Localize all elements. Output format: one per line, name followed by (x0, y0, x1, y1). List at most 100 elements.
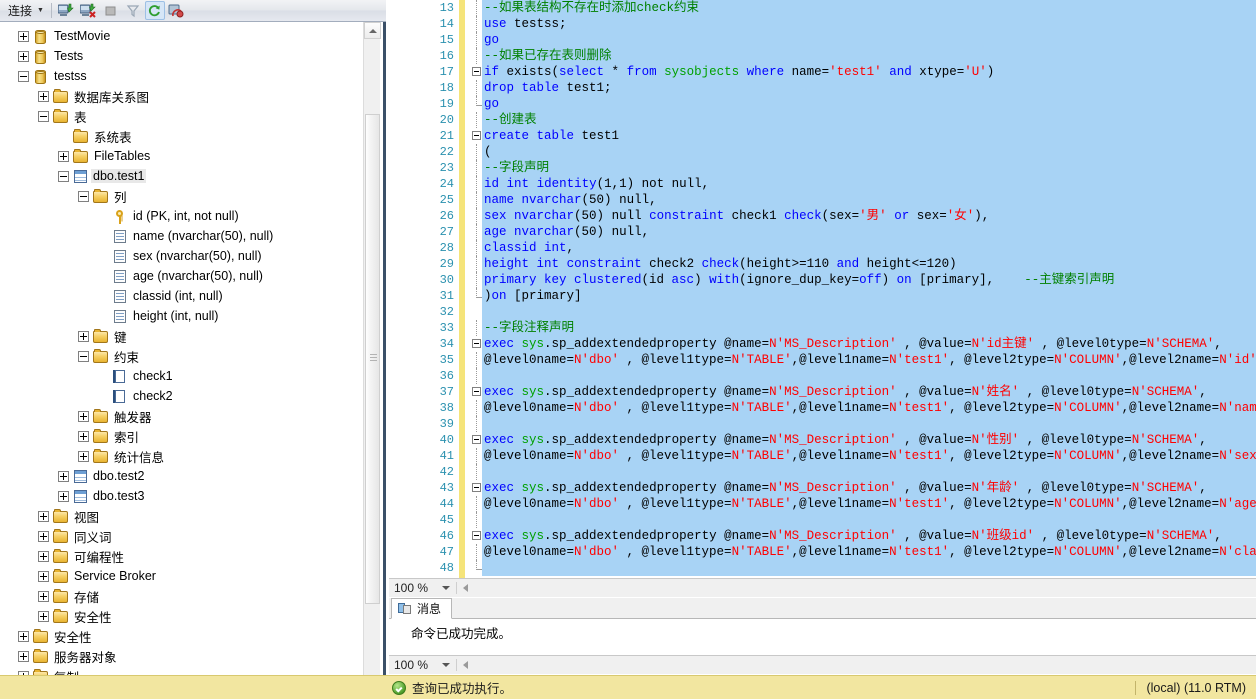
tree-node[interactable]: 索引 (0, 426, 358, 446)
scroll-up-arrow-icon[interactable] (364, 22, 381, 39)
connect-object-explorer-icon[interactable] (57, 1, 77, 20)
tree-node[interactable]: 可编程性 (0, 546, 358, 566)
chevron-down-icon[interactable] (442, 663, 450, 667)
expand-toggle-icon[interactable] (58, 470, 69, 482)
tree-node-label: 系统表 (94, 130, 132, 145)
sql-editor[interactable]: 13 14 15 16 17 18 19 20 21 22 23 24 25 26 27 28 29 30 31 32… (389, 0, 1256, 578)
tree-node[interactable]: testss (0, 66, 358, 86)
expand-toggle-icon[interactable] (18, 630, 29, 642)
expand-toggle-icon[interactable] (38, 590, 49, 602)
results-zoom-dropdown[interactable]: 100 % (392, 657, 450, 674)
expand-toggle-icon[interactable] (18, 650, 29, 662)
expand-toggle-icon[interactable] (38, 550, 49, 562)
tree-node[interactable]: 表 (0, 106, 358, 126)
tree-node[interactable]: dbo.test1 (0, 166, 358, 186)
expand-toggle-icon[interactable] (78, 450, 89, 462)
tree-node[interactable]: check1 (0, 366, 358, 386)
code-token: [primary] (506, 289, 582, 303)
tree-node[interactable]: height (int, null) (0, 306, 358, 326)
code-token: , @level1type= (619, 545, 732, 559)
synchronize-icon[interactable] (167, 1, 187, 20)
tree-node[interactable]: Tests (0, 46, 358, 66)
column-icon (114, 250, 126, 263)
code-line: @level0name=N'dbo' , @level1type=N'TABLE… (482, 496, 1256, 512)
expand-toggle-icon[interactable] (18, 30, 29, 42)
refresh-icon[interactable] (144, 1, 165, 20)
tab-messages[interactable]: 消息 (391, 598, 453, 619)
tree-node[interactable]: 安全性 (0, 626, 358, 646)
table-icon (74, 470, 87, 483)
code-token: exec (484, 385, 515, 399)
collapse-toggle-icon[interactable] (58, 170, 69, 182)
expand-toggle-icon[interactable] (78, 410, 89, 422)
code-token: N'dbo' (574, 353, 620, 367)
collapse-toggle-icon[interactable] (78, 350, 89, 362)
tree-node[interactable]: 统计信息 (0, 446, 358, 466)
collapse-toggle-icon[interactable] (18, 70, 29, 82)
tree-node[interactable]: FileTables (0, 146, 358, 166)
expand-toggle-icon[interactable] (38, 530, 49, 542)
code-line: @level0name=N'dbo' , @level1type=N'TABLE… (482, 400, 1256, 416)
collapse-toggle-icon[interactable] (78, 190, 89, 202)
code-token: N'test1' (889, 449, 950, 463)
tree-node[interactable]: 键 (0, 326, 358, 346)
tree-node[interactable]: 数据库关系图 (0, 86, 358, 106)
filter-icon[interactable] (123, 1, 143, 20)
tree-node[interactable]: 系统表 (0, 126, 358, 146)
tree-node[interactable]: dbo.test2 (0, 466, 358, 486)
tree-node[interactable]: 存储 (0, 586, 358, 606)
chevron-down-icon[interactable] (442, 586, 450, 590)
code-token: , (701, 177, 710, 191)
scroll-left-arrow-icon[interactable] (463, 584, 468, 592)
code-token: N'COLUMN' (1054, 449, 1122, 463)
tree-node[interactable]: 同义词 (0, 526, 358, 546)
object-explorer-vertical-scrollbar[interactable] (363, 22, 381, 699)
scrollbar-thumb[interactable] (365, 114, 380, 604)
tree-node[interactable]: 安全性 (0, 606, 358, 626)
code-token: N'SCHEMA' (1131, 385, 1200, 399)
expand-toggle-icon[interactable] (78, 330, 89, 342)
expand-toggle-icon[interactable] (58, 490, 69, 502)
tree-node[interactable]: age (nvarchar(50), null) (0, 266, 358, 286)
column-icon (114, 310, 126, 323)
expand-toggle-icon[interactable] (38, 570, 49, 582)
tree-node[interactable]: 视图 (0, 506, 358, 526)
expand-toggle-icon[interactable] (18, 50, 29, 62)
expand-toggle-icon[interactable] (78, 430, 89, 442)
code-token: constraint (566, 257, 642, 271)
tree-node[interactable]: 列 (0, 186, 358, 206)
tree-node-label: 约束 (114, 350, 140, 365)
tree-node[interactable]: TestMovie (0, 26, 358, 46)
expand-toggle-icon[interactable] (38, 90, 49, 102)
tree-node[interactable]: dbo.test3 (0, 486, 358, 506)
code-token: name (484, 193, 515, 207)
code-token: with (709, 273, 740, 287)
tree-node[interactable]: 服务器对象 (0, 646, 358, 666)
tree-node[interactable]: name (nvarchar(50), null) (0, 226, 358, 246)
disconnect-object-explorer-icon[interactable] (79, 1, 99, 20)
expand-toggle-icon[interactable] (38, 510, 49, 522)
stop-icon[interactable] (101, 1, 121, 20)
line-number: 33 (439, 321, 454, 335)
code-token: sys (521, 433, 545, 447)
tree-node[interactable]: 约束 (0, 346, 358, 366)
object-explorer-tree[interactable]: TestMovie Tests testss 数据库关系图表系统表 FileTables… (0, 22, 358, 699)
tree-node-label: 存储 (74, 590, 100, 605)
tree-node[interactable]: check2 (0, 386, 358, 406)
connect-dropdown-button[interactable]: 连接 ▼ (4, 1, 47, 20)
expand-toggle-icon[interactable] (58, 150, 69, 162)
folder-icon (53, 509, 68, 523)
tree-node[interactable]: classid (int, null) (0, 286, 358, 306)
tree-node[interactable]: Service Broker (0, 566, 358, 586)
editor-zoom-dropdown[interactable]: 100 % (392, 580, 450, 597)
code-token: , (1214, 337, 1222, 351)
tree-node[interactable]: id (PK, int, not null) (0, 206, 358, 226)
scroll-left-arrow-icon[interactable] (463, 661, 468, 669)
code-token: , (641, 225, 650, 239)
expand-toggle-icon[interactable] (38, 610, 49, 622)
code-token: N'TABLE' (731, 497, 792, 511)
tree-node[interactable]: sex (nvarchar(50), null) (0, 246, 358, 266)
code-text-area[interactable]: --如果表结构不存在时添加check约束 use testss; go --如果已存在… (482, 0, 1256, 578)
collapse-toggle-icon[interactable] (38, 110, 49, 122)
tree-node[interactable]: 触发器 (0, 406, 358, 426)
